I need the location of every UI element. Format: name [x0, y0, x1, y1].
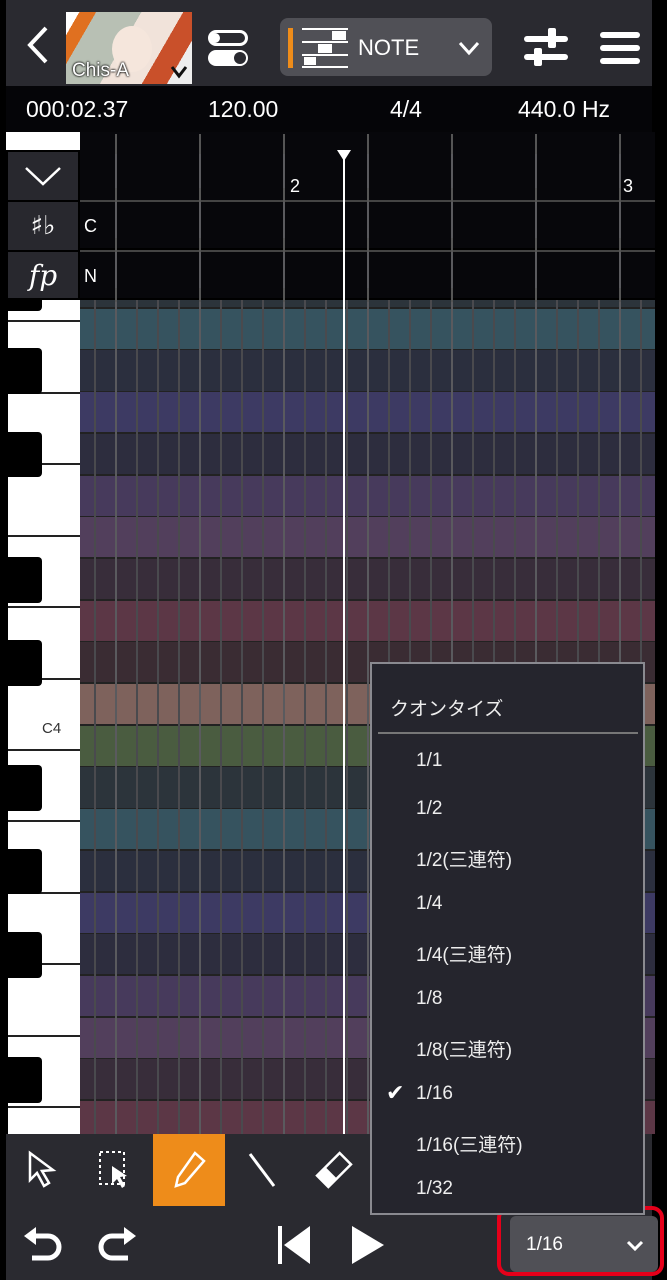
white-key-divider [8, 1034, 80, 1037]
dynamics-lane-button[interactable]: fp [8, 252, 78, 298]
undo-icon[interactable] [22, 1226, 64, 1266]
mode-label: NOTE [358, 35, 420, 60]
chevron-down-icon [25, 167, 61, 186]
black-key[interactable] [8, 640, 42, 686]
piano-keyboard[interactable] [8, 300, 80, 1134]
quantize-option[interactable]: 1/32 [416, 1178, 453, 1200]
select-tool[interactable] [8, 1134, 80, 1206]
black-key[interactable] [8, 556, 42, 603]
redo-icon[interactable] [96, 1226, 138, 1266]
key-lane-button[interactable]: ♯♭ [8, 202, 78, 250]
white-key-divider [8, 1106, 80, 1109]
white-key-divider [8, 820, 80, 823]
grid-row[interactable] [80, 300, 655, 308]
grid-row[interactable] [80, 600, 655, 641]
pencil-icon [174, 1151, 206, 1188]
tempo[interactable]: 120.00 [208, 96, 278, 123]
black-key[interactable] [8, 431, 42, 478]
black-key[interactable] [8, 1057, 42, 1103]
white-key-divider [8, 606, 80, 609]
sliders-icon[interactable] [524, 28, 568, 68]
line-icon [248, 1153, 276, 1187]
piano-roll-icon [302, 28, 348, 68]
grid-row[interactable] [80, 517, 655, 558]
dynamics-icon: fp [28, 258, 58, 292]
back-icon[interactable] [20, 22, 54, 68]
black-key[interactable] [8, 300, 42, 311]
singer-name: Chis-A [72, 60, 130, 81]
chevron-down-icon [458, 41, 480, 56]
range-select-icon [99, 1151, 127, 1188]
key-lane[interactable] [80, 200, 655, 248]
eraser-icon [315, 1151, 353, 1189]
divider [378, 732, 638, 734]
grid-row[interactable] [80, 350, 655, 391]
eraser-tool[interactable] [298, 1134, 370, 1206]
black-key[interactable] [8, 348, 42, 395]
c4-label: C4 [42, 720, 62, 737]
time-signature[interactable]: 4/4 [390, 96, 422, 123]
line-tool[interactable] [226, 1134, 298, 1206]
bar-label: 2 [290, 176, 301, 196]
quantize-option[interactable]: 1/4(三連符) [416, 940, 512, 967]
singer-selector[interactable]: Chis-A [66, 12, 192, 84]
quantize-option[interactable]: 1/2(三連符) [416, 845, 512, 872]
key-value: C [84, 216, 97, 236]
quantize-option[interactable]: 1/8 [416, 988, 442, 1010]
range-select-tool[interactable] [80, 1134, 152, 1206]
bar-label: 3 [623, 176, 634, 196]
quantize-option[interactable]: 1/2 [416, 798, 442, 820]
quantize-option[interactable]: 1/8(三連符) [416, 1035, 512, 1062]
quantize-option[interactable]: 1/16(三連符) [416, 1130, 523, 1157]
pencil-tool[interactable] [153, 1134, 225, 1206]
menu-title: クオンタイズ [390, 699, 504, 720]
quantize-option[interactable]: 1/1 [416, 750, 442, 772]
black-key[interactable] [8, 848, 42, 895]
white-key-divider [8, 534, 80, 537]
quantize-option[interactable]: 1/16 [416, 1083, 453, 1105]
white-key-divider [8, 749, 80, 751]
grid-row[interactable] [80, 433, 655, 474]
timeline-ruler[interactable] [80, 132, 655, 200]
black-key[interactable] [8, 932, 42, 978]
white-key-divider [8, 320, 80, 323]
checkmark-icon: ✔ [386, 1080, 405, 1106]
dynamics-lane[interactable] [80, 250, 655, 298]
grid-row[interactable] [80, 475, 655, 516]
quantize-option[interactable]: 1/4 [416, 893, 442, 915]
quantize-menu: クオンタイズ 1/1 1/2 1/2(三連符) 1/4 1/4(三連符) 1/8 1/8(三… [370, 662, 645, 1215]
scroll-indicator[interactable] [6, 132, 80, 150]
dynamics-value: N [84, 266, 97, 286]
skip-to-start-icon[interactable] [276, 1226, 316, 1264]
grid-row[interactable] [80, 558, 655, 600]
grid-row[interactable] [80, 308, 655, 349]
time-position[interactable]: 000:02.37 [26, 96, 128, 123]
play-icon[interactable] [350, 1226, 386, 1264]
menu-icon[interactable] [600, 32, 640, 64]
grid-row[interactable] [80, 392, 655, 433]
sharp-flat-icon: ♯♭ [30, 211, 56, 241]
mode-selector[interactable]: NOTE [280, 18, 492, 76]
playhead[interactable] [343, 150, 345, 1134]
cursor-icon [28, 1150, 57, 1188]
playhead-marker-icon [337, 150, 351, 161]
highlight-box [497, 1206, 664, 1276]
toggle-icon[interactable] [208, 30, 250, 66]
black-key[interactable] [8, 765, 42, 812]
chevron-down-icon [170, 66, 188, 79]
collapse-button[interactable] [8, 152, 78, 200]
pitch-reference[interactable]: 440.0 Hz [518, 96, 610, 123]
